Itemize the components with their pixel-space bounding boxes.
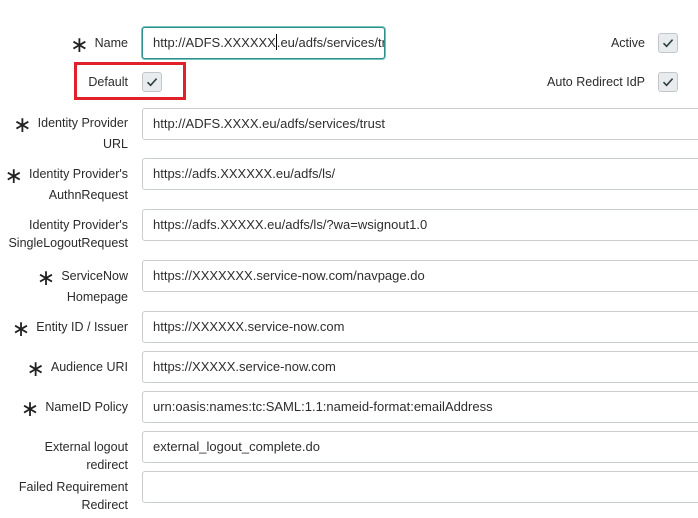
name-input[interactable]: http://ADFS.XXXXXX.eu/adfs/services/trus xyxy=(142,27,385,59)
required-asterisk-icon: ∗ xyxy=(11,317,31,342)
active-checkbox[interactable] xyxy=(658,33,678,53)
required-asterisk-icon: ∗ xyxy=(36,266,56,291)
idp-logout-input[interactable]: https://adfs.XXXXX.eu/adfs/ls/?wa=wsigno… xyxy=(142,209,698,241)
idp-authn-input[interactable]: https://adfs.XXXXXX.eu/adfs/ls/ xyxy=(142,158,698,190)
auto-redirect-label: Auto Redirect IdP xyxy=(547,75,645,89)
idp-url-input[interactable]: http://ADFS.XXXX.eu/adfs/services/trust xyxy=(142,108,698,140)
idp-url-label: ∗ Identity Provider URL xyxy=(13,113,128,152)
name-label: ∗ Name xyxy=(70,33,128,58)
auto-redirect-checkbox[interactable] xyxy=(658,72,678,92)
entity-id-input[interactable]: https://XXXXXX.service-now.com xyxy=(142,311,698,343)
required-asterisk-icon: ∗ xyxy=(13,113,32,138)
nameid-policy-label: ∗ NameID Policy xyxy=(20,397,128,422)
external-logout-label: External logout redirect xyxy=(44,440,128,472)
external-logout-input[interactable]: external_logout_complete.do xyxy=(142,431,698,463)
highlight-box xyxy=(74,62,186,100)
entity-id-label: ∗ Entity ID / Issuer xyxy=(11,317,128,342)
audience-uri-input[interactable]: https://XXXXX.service-now.com xyxy=(142,351,698,383)
required-asterisk-icon: ∗ xyxy=(26,357,45,382)
required-asterisk-icon: ∗ xyxy=(70,33,89,58)
idp-logout-label: Identity Provider's SingleLogoutRequest xyxy=(8,218,128,250)
failed-redirect-input[interactable] xyxy=(142,471,698,503)
idp-authn-label: ∗ Identity Provider's AuthnRequest xyxy=(4,164,128,203)
failed-redirect-label: Failed Requirement Redirect xyxy=(18,480,128,512)
nameid-policy-input[interactable]: urn:oasis:names:tc:SAML:1.1:nameid-forma… xyxy=(142,391,698,423)
checkmark-icon xyxy=(662,78,674,87)
sn-homepage-label: ∗ ServiceNow Homepage xyxy=(36,266,128,305)
checkmark-icon xyxy=(662,39,674,48)
sn-homepage-input[interactable]: https://XXXXXXX.service-now.com/navpage.… xyxy=(142,260,698,292)
required-asterisk-icon: ∗ xyxy=(4,164,24,189)
audience-uri-label: ∗ Audience URI xyxy=(26,357,128,382)
required-asterisk-icon: ∗ xyxy=(20,397,40,422)
active-label: Active xyxy=(610,36,645,50)
